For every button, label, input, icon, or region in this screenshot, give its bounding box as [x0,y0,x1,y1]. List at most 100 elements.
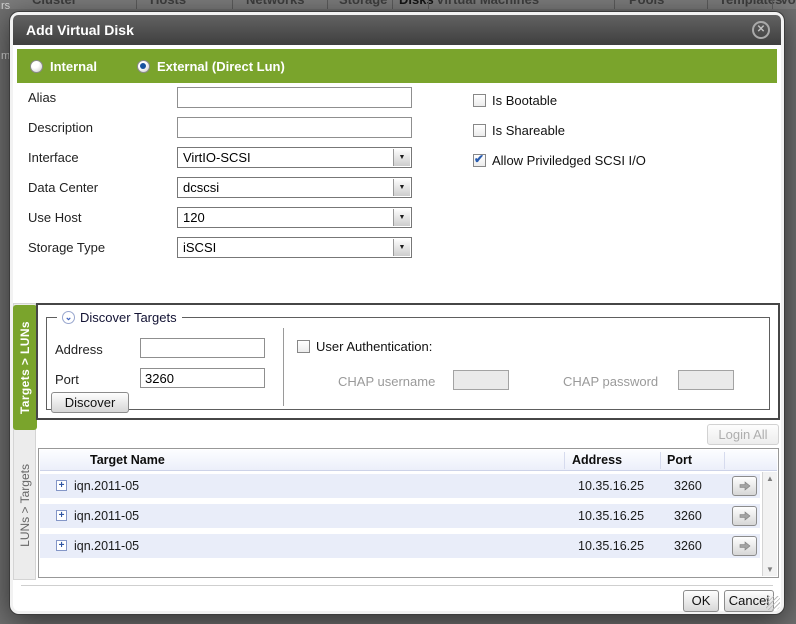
login-arrow-button[interactable] [732,476,757,496]
column-port: Port [667,450,692,471]
column-target-name: Target Name [90,450,165,471]
arrow-right-icon [739,511,751,521]
target-name-cell: iqn.2011-05 [74,474,139,498]
is-bootable-label: Is Bootable [492,93,557,108]
disk-type-bar: Internal External (Direct Lun) [17,49,777,83]
header-separator [724,452,725,469]
is-shareable-checkbox[interactable] [473,124,486,137]
radio-icon[interactable] [30,60,43,73]
close-icon[interactable]: ✕ [752,21,770,39]
discover-targets-panel: ⌄ Discover Targets Address Port Discover… [36,303,780,420]
alias-input[interactable] [177,87,412,108]
user-authentication-row: User Authentication: [297,339,432,354]
user-authentication-checkbox[interactable] [297,340,310,353]
footer-separator [21,585,773,586]
login-arrow-button[interactable] [732,536,757,556]
resize-grip[interactable] [766,596,780,610]
address-cell: 10.35.16.25 [578,504,644,528]
is-shareable-label: Is Shareable [492,123,565,138]
header-separator [564,452,565,469]
tab-targets-to-luns-label: Targets > LUNs [18,321,32,414]
table-scrollbar[interactable]: ▲ ▼ [762,472,777,576]
address-cell: 10.35.16.25 [578,534,644,558]
allow-privileged-scsi-checkbox[interactable]: ✔ [473,154,486,167]
chap-username-input[interactable] [453,370,509,390]
background-text-fragment: rs [1,0,10,12]
use-host-select[interactable]: 120 ▼ [177,207,412,228]
tab-separator [707,0,708,9]
discover-button[interactable]: Discover [51,392,129,413]
collapse-icon[interactable]: ⌄ [62,311,75,324]
table-row[interactable]: + iqn.2011-05 10.35.16.25 3260 [40,504,760,528]
port-cell: 3260 [674,534,702,558]
internal-radio-label: Internal [50,59,97,74]
table-header: Target Name Address Port [40,450,777,471]
data-center-select-value: dcscsi [183,180,219,195]
address-input[interactable] [140,338,265,358]
tab-targets-to-luns[interactable]: Targets > LUNs [13,305,37,430]
chevron-down-icon[interactable]: ▼ [393,149,410,166]
scroll-up-icon[interactable]: ▲ [763,474,777,483]
use-host-label: Use Host [28,207,81,228]
interface-select-value: VirtIO-SCSI [183,150,251,165]
ok-button[interactable]: OK [683,590,719,612]
targets-table: Target Name Address Port + iqn.2011-05 1… [38,448,779,578]
external-radio-label: External (Direct Lun) [157,59,285,74]
expand-plus-icon[interactable]: + [56,540,67,551]
login-arrow-button[interactable] [732,506,757,526]
chevron-down-icon[interactable]: ▼ [393,209,410,226]
external-radio-option[interactable]: External (Direct Lun) [137,59,285,74]
user-authentication-label: User Authentication: [316,339,432,354]
bg-tab-networks: Networks [246,0,305,9]
discover-targets-fieldset: ⌄ Discover Targets Address Port Discover… [46,317,770,410]
discover-targets-legend: ⌄ Discover Targets [57,309,182,326]
dropdown-arrow: ▼ [399,238,406,257]
chevron-down-icon[interactable]: ▼ [393,179,410,196]
chap-password-input[interactable] [678,370,734,390]
allow-privileged-scsi-label: Allow Priviledged SCSI I/O [492,153,646,168]
radio-selected-icon[interactable] [137,60,150,73]
allow-privileged-scsi-row: ✔ Allow Priviledged SCSI I/O [473,152,646,168]
table-row[interactable]: + iqn.2011-05 10.35.16.25 3260 [40,534,760,558]
address-cell: 10.35.16.25 [578,474,644,498]
expand-plus-icon[interactable]: + [56,480,67,491]
storage-type-select[interactable]: iSCSI ▼ [177,237,412,258]
login-all-button[interactable]: Login All [707,424,779,445]
port-label: Port [55,372,79,387]
port-cell: 3260 [674,474,702,498]
auth-divider [283,328,284,406]
tab-separator [392,0,393,9]
header-separator [660,452,661,469]
column-address: Address [572,450,622,471]
discover-targets-title: Discover Targets [80,310,177,325]
dropdown-arrow: ▼ [399,178,406,197]
port-input[interactable] [140,368,265,388]
bg-tab-storage: Storage [339,0,387,9]
tab-separator [614,0,615,9]
data-center-label: Data Center [28,177,98,198]
background-tab-strip: Cluster Hosts Networks Storage Disks Vir… [0,0,796,9]
port-cell: 3260 [674,504,702,528]
arrow-right-icon [739,541,751,551]
chap-username-label: CHAP username [338,374,435,389]
chap-password-label: CHAP password [563,374,658,389]
internal-radio-option[interactable]: Internal [30,59,97,74]
table-row[interactable]: + iqn.2011-05 10.35.16.25 3260 [40,474,760,498]
bg-tab-virtual-machines: Virtual Machines [436,0,539,9]
background-text-fragment: m [1,50,10,62]
is-bootable-checkbox[interactable] [473,94,486,107]
expand-plus-icon[interactable]: + [56,510,67,521]
storage-type-select-value: iSCSI [183,240,216,255]
chevron-down-icon[interactable]: ▼ [393,239,410,256]
arrow-right-icon [739,481,751,491]
bg-tab-hosts: Hosts [150,0,186,9]
alias-label: Alias [28,87,56,108]
tab-luns-to-targets[interactable]: LUNs > Targets [13,435,36,575]
storage-type-label: Storage Type [28,237,105,258]
description-input[interactable] [177,117,412,138]
scroll-down-icon[interactable]: ▼ [763,565,777,574]
page-title: Add Virtual Disk [26,22,134,38]
address-label: Address [55,342,103,357]
interface-select[interactable]: VirtIO-SCSI ▼ [177,147,412,168]
data-center-select[interactable]: dcscsi ▼ [177,177,412,198]
